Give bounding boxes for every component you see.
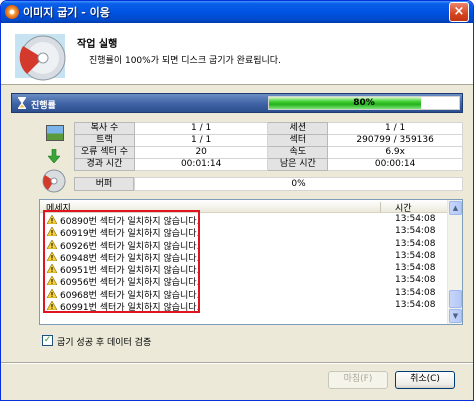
verify-label[interactable]: 굽기 성공 후 데이터 검증 <box>57 335 151 348</box>
log-row[interactable]: 60956번 섹터가 일치하지 않습니다. 13:54:08 <box>44 274 448 288</box>
progress-banner: 진행률 80% <box>11 93 463 113</box>
window-title: 이미지 굽기 - 이응 <box>23 6 110 19</box>
header-panel: 작업 실행 진행률이 100%가 되면 디스크 굽기가 완료됩니다. <box>1 23 473 85</box>
warning-icon <box>47 251 57 261</box>
error-sectors-value: 20 <box>133 146 269 159</box>
session-label: 세션 <box>267 122 329 135</box>
scroll-thumb[interactable] <box>449 290 462 308</box>
log-time: 13:54:08 <box>395 263 436 274</box>
warning-icon <box>47 215 57 224</box>
log-time: 13:54:08 <box>395 226 436 237</box>
log-row[interactable]: 60890번 섹터가 일치하지 않습니다. 13:54:08 <box>44 213 448 227</box>
close-icon: × <box>453 4 465 19</box>
progress-label: 진행률 <box>31 101 56 111</box>
message-log[interactable]: 메세지 시간 60890번 섹터가 일치하지 않습니다. 13:54:08 6091… <box>39 199 463 325</box>
log-scrollbar[interactable]: ▲ ▼ <box>447 200 462 324</box>
elapsed-time-value: 00:01:14 <box>133 158 269 171</box>
image-icon <box>46 125 64 141</box>
sector-label: 섹터 <box>267 134 329 147</box>
footer-divider <box>1 362 473 364</box>
warning-icon <box>47 227 57 237</box>
cancel-button[interactable]: 취소(C) <box>395 371 455 389</box>
chevron-down-icon: ▼ <box>452 312 459 320</box>
remaining-time-label: 남은 시간 <box>267 158 329 171</box>
progress-percent: 80% <box>353 98 375 108</box>
remaining-time-value: 00:00:14 <box>327 158 463 171</box>
hourglass-icon <box>18 97 26 109</box>
log-time: 13:54:08 <box>395 275 436 286</box>
warning-icon <box>47 301 57 311</box>
session-value: 1 / 1 <box>327 122 463 135</box>
column-divider[interactable] <box>380 202 381 212</box>
log-row[interactable]: 60919번 섹터가 일치하지 않습니다. 13:54:08 <box>44 225 448 239</box>
disc-burn-icon <box>5 5 19 19</box>
log-time: 13:54:08 <box>395 300 436 311</box>
chevron-up-icon: ▲ <box>452 204 459 212</box>
warning-icon <box>47 288 57 298</box>
warning-icon <box>47 276 57 286</box>
buffer-row: 버퍼 0% <box>74 177 463 191</box>
header-title: 작업 실행 <box>77 39 118 50</box>
speed-label: 속도 <box>267 146 329 159</box>
error-sectors-label: 오류 섹터 수 <box>74 146 135 159</box>
buffer-value: 0% <box>134 177 463 191</box>
stats-row: 오류 섹터 수 20 속도 6.9x <box>74 146 463 159</box>
verify-checkbox[interactable]: ✓ <box>42 335 53 346</box>
elapsed-time-label: 경과 시간 <box>74 158 135 171</box>
track-value: 1 / 1 <box>133 134 269 147</box>
sector-value: 290799 / 359136 <box>327 134 463 147</box>
log-time: 13:54:08 <box>395 214 436 224</box>
log-row[interactable]: 60968번 섹터가 일치하지 않습니다. 13:54:08 <box>44 287 448 301</box>
burn-image-window: 이미지 굽기 - 이응 × 작업 실행 진행률이 100%가 되면 디스크 굽기… <box>0 0 474 401</box>
warning-icon <box>47 239 57 249</box>
disc-icon <box>42 169 66 193</box>
log-message: 60991번 섹터가 일치하지 않습니다. <box>60 303 200 314</box>
title-bar[interactable]: 이미지 굽기 - 이응 × <box>1 1 473 23</box>
stats-row: 복사 수 1 / 1 세션 1 / 1 <box>74 122 463 135</box>
buffer-label: 버퍼 <box>74 177 134 191</box>
log-rows: 60890번 섹터가 일치하지 않습니다. 13:54:08 60919번 섹터가 … <box>44 213 448 314</box>
log-time: 13:54:08 <box>395 250 436 261</box>
track-label: 트랙 <box>74 134 135 147</box>
disc-icon <box>15 34 66 81</box>
stats-row: 경과 시간 00:01:14 남은 시간 00:00:14 <box>74 158 463 171</box>
log-row[interactable]: 60926번 섹터가 일치하지 않습니다. 13:54:08 <box>44 238 448 252</box>
scroll-up-button[interactable]: ▲ <box>449 201 462 215</box>
finish-button[interactable]: 마침(F) <box>328 371 388 389</box>
progress-bar: 80% <box>268 96 460 110</box>
log-time: 13:54:08 <box>395 238 436 249</box>
warning-icon <box>47 264 57 274</box>
arrow-down-icon <box>48 149 60 163</box>
copies-label: 복사 수 <box>74 122 135 135</box>
scroll-down-button[interactable]: ▼ <box>449 309 462 323</box>
log-row[interactable]: 60951번 섹터가 일치하지 않습니다. 13:54:08 <box>44 262 448 276</box>
log-row[interactable]: 60991번 섹터가 일치하지 않습니다. 13:54:08 <box>44 299 448 314</box>
log-time: 13:54:08 <box>395 287 436 298</box>
copies-value: 1 / 1 <box>133 122 269 135</box>
burn-stats-table: 복사 수 1 / 1 세션 1 / 1 트랙 1 / 1 섹터 290799 /… <box>74 122 463 171</box>
stats-row: 트랙 1 / 1 섹터 290799 / 359136 <box>74 134 463 147</box>
header-description: 진행률이 100%가 되면 디스크 굽기가 완료됩니다. <box>89 56 281 66</box>
log-header: 메세지 시간 <box>40 200 448 214</box>
close-button[interactable]: × <box>449 2 469 22</box>
log-row[interactable]: 60948번 섹터가 일치하지 않습니다. 13:54:08 <box>44 250 448 264</box>
speed-value: 6.9x <box>327 146 463 159</box>
